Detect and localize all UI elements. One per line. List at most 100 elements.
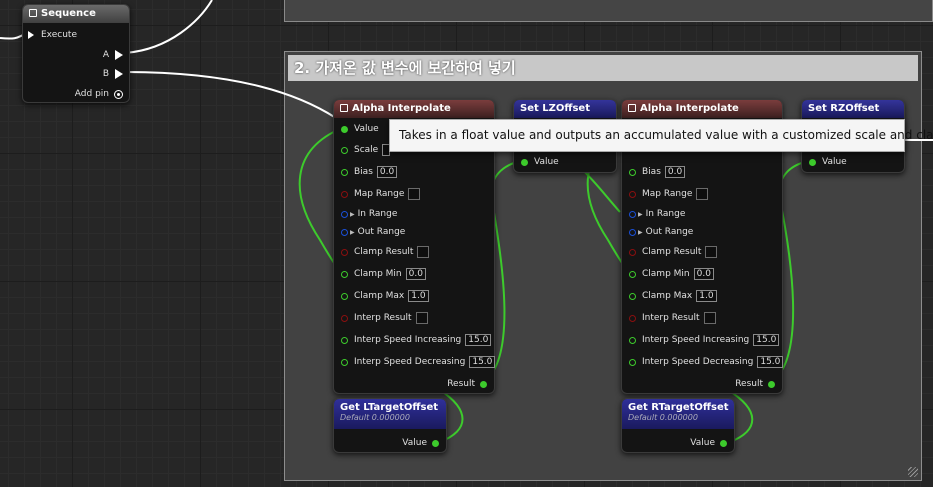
pin-label: Value bbox=[402, 438, 427, 448]
clamp-result-checkbox[interactable] bbox=[417, 246, 430, 258]
sequence-node[interactable]: Sequence Execute A B Add pin bbox=[22, 4, 130, 103]
sequence-icon bbox=[29, 9, 37, 17]
map-range-checkbox[interactable] bbox=[408, 188, 421, 200]
float-pin-icon[interactable] bbox=[768, 380, 775, 388]
pin-b[interactable]: B bbox=[103, 67, 123, 81]
float-pin-icon[interactable] bbox=[341, 125, 348, 133]
exec-wire-b bbox=[123, 71, 337, 119]
exec-pin-icon[interactable] bbox=[115, 50, 123, 60]
interp-speed-increasing-input[interactable]: 15.0 bbox=[465, 334, 492, 346]
pin-label: Clamp Max bbox=[642, 291, 693, 301]
bool-pin-icon[interactable] bbox=[341, 248, 348, 256]
float-pin-icon[interactable] bbox=[629, 336, 636, 344]
clamp-max-input[interactable]: 1.0 bbox=[696, 290, 717, 302]
result-pin[interactable]: Result bbox=[735, 377, 775, 391]
exec-pin-icon[interactable] bbox=[115, 69, 123, 79]
bool-pin-icon[interactable] bbox=[341, 190, 348, 198]
bool-pin-icon[interactable] bbox=[629, 190, 636, 198]
execute-pin[interactable]: Execute bbox=[28, 28, 77, 42]
pin-label: Bias bbox=[354, 167, 373, 177]
expand-caret-icon[interactable]: ▶ bbox=[350, 229, 355, 236]
add-pin-button[interactable]: Add pin bbox=[75, 87, 123, 101]
float-pin-icon[interactable] bbox=[629, 270, 636, 278]
float-pin-icon[interactable] bbox=[341, 168, 348, 176]
interp-result-checkbox[interactable] bbox=[703, 312, 716, 324]
bias-input[interactable]: 0.0 bbox=[376, 166, 398, 178]
interp-speed-decreasing-input[interactable]: 15.0 bbox=[469, 356, 496, 368]
float-pin-icon[interactable] bbox=[809, 158, 816, 166]
clamp-result-checkbox[interactable] bbox=[705, 246, 718, 258]
bias-input[interactable]: 0.0 bbox=[664, 166, 686, 178]
clamp-result-pin[interactable]: Clamp Result bbox=[341, 245, 430, 259]
float-pin-icon[interactable] bbox=[521, 158, 528, 166]
in-range-pin[interactable]: ▶ In Range bbox=[629, 207, 685, 221]
bool-pin-icon[interactable] bbox=[341, 314, 348, 322]
float-pin-icon[interactable] bbox=[432, 439, 439, 447]
get-ltargetoffset-node[interactable]: Get LTargetOffset Default 0.000000 Value bbox=[333, 398, 447, 453]
interp-speed-increasing-pin[interactable]: Interp Speed Increasing 15.0 bbox=[341, 333, 492, 347]
value-pin[interactable]: Value bbox=[341, 122, 379, 136]
interp-result-pin[interactable]: Interp Result bbox=[629, 311, 716, 325]
interp-speed-increasing-pin[interactable]: Interp Speed Increasing 15.0 bbox=[629, 333, 780, 347]
out-range-pin[interactable]: ▶ Out Range bbox=[341, 225, 405, 239]
float-pin-icon[interactable] bbox=[341, 358, 348, 366]
pin-label: Value bbox=[354, 124, 379, 134]
map-range-pin[interactable]: Map Range bbox=[629, 187, 709, 201]
function-icon bbox=[628, 104, 636, 112]
struct-pin-icon[interactable] bbox=[629, 228, 636, 236]
float-pin-icon[interactable] bbox=[341, 146, 348, 154]
struct-pin-icon[interactable] bbox=[629, 210, 636, 218]
result-pin[interactable]: Result bbox=[447, 377, 487, 391]
clamp-min-pin[interactable]: Clamp Min 0.0 bbox=[341, 267, 426, 281]
add-pin-icon[interactable] bbox=[114, 89, 123, 99]
clamp-min-input[interactable]: 0.0 bbox=[405, 268, 426, 280]
map-range-pin[interactable]: Map Range bbox=[341, 187, 421, 201]
scale-pin[interactable]: Scale bbox=[341, 143, 391, 157]
interp-speed-decreasing-pin[interactable]: Interp Speed Decreasing 15.0 bbox=[341, 355, 496, 369]
bias-pin[interactable]: Bias 0.0 bbox=[341, 165, 398, 179]
execute-label: Execute bbox=[41, 30, 77, 40]
map-range-checkbox[interactable] bbox=[696, 188, 709, 200]
out-range-pin[interactable]: ▶ Out Range bbox=[629, 225, 693, 239]
bool-pin-icon[interactable] bbox=[629, 248, 636, 256]
float-pin-icon[interactable] bbox=[341, 336, 348, 344]
float-pin-icon[interactable] bbox=[629, 292, 636, 300]
clamp-max-input[interactable]: 1.0 bbox=[408, 290, 429, 302]
default-value: Default 0.000000 bbox=[628, 413, 698, 422]
pin-label: Interp Speed Decreasing bbox=[354, 357, 466, 367]
exec-pin-icon[interactable] bbox=[28, 31, 34, 39]
expand-caret-icon[interactable]: ▶ bbox=[350, 211, 355, 218]
expand-caret-icon[interactable]: ▶ bbox=[638, 211, 643, 218]
clamp-min-input[interactable]: 0.0 bbox=[693, 268, 714, 280]
expand-caret-icon[interactable]: ▶ bbox=[638, 229, 643, 236]
float-pin-icon[interactable] bbox=[480, 380, 487, 388]
value-pin[interactable]: Value bbox=[402, 436, 439, 450]
float-pin-icon[interactable] bbox=[341, 270, 348, 278]
interp-result-pin[interactable]: Interp Result bbox=[341, 311, 428, 325]
interp-speed-decreasing-pin[interactable]: Interp Speed Decreasing 15.0 bbox=[629, 355, 784, 369]
value-pin[interactable]: Value bbox=[690, 436, 727, 450]
clamp-min-pin[interactable]: Clamp Min 0.0 bbox=[629, 267, 714, 281]
float-pin-icon[interactable] bbox=[629, 358, 636, 366]
struct-pin-icon[interactable] bbox=[341, 228, 348, 236]
get-rtargetoffset-node[interactable]: Get RTargetOffset Default 0.000000 Value bbox=[621, 398, 735, 453]
struct-pin-icon[interactable] bbox=[341, 210, 348, 218]
pin-a[interactable]: A bbox=[103, 48, 123, 62]
add-pin-label: Add pin bbox=[74, 89, 109, 99]
interp-speed-increasing-input[interactable]: 15.0 bbox=[753, 334, 780, 346]
clamp-max-pin[interactable]: Clamp Max 1.0 bbox=[341, 289, 429, 303]
float-pin-icon[interactable] bbox=[629, 168, 636, 176]
interp-result-checkbox[interactable] bbox=[415, 312, 428, 324]
clamp-result-pin[interactable]: Clamp Result bbox=[629, 245, 718, 259]
bool-pin-icon[interactable] bbox=[629, 314, 636, 322]
in-range-pin[interactable]: ▶ In Range bbox=[341, 207, 397, 221]
bias-pin[interactable]: Bias 0.0 bbox=[629, 165, 686, 179]
value-pin[interactable]: Value bbox=[809, 155, 847, 169]
float-pin-icon[interactable] bbox=[720, 439, 727, 447]
interp-speed-decreasing-input[interactable]: 15.0 bbox=[757, 356, 784, 368]
pin-label: Clamp Min bbox=[354, 269, 402, 279]
pin-label: Interp Speed Increasing bbox=[354, 335, 462, 345]
float-pin-icon[interactable] bbox=[341, 292, 348, 300]
clamp-max-pin[interactable]: Clamp Max 1.0 bbox=[629, 289, 717, 303]
value-pin[interactable]: Value bbox=[521, 155, 559, 169]
